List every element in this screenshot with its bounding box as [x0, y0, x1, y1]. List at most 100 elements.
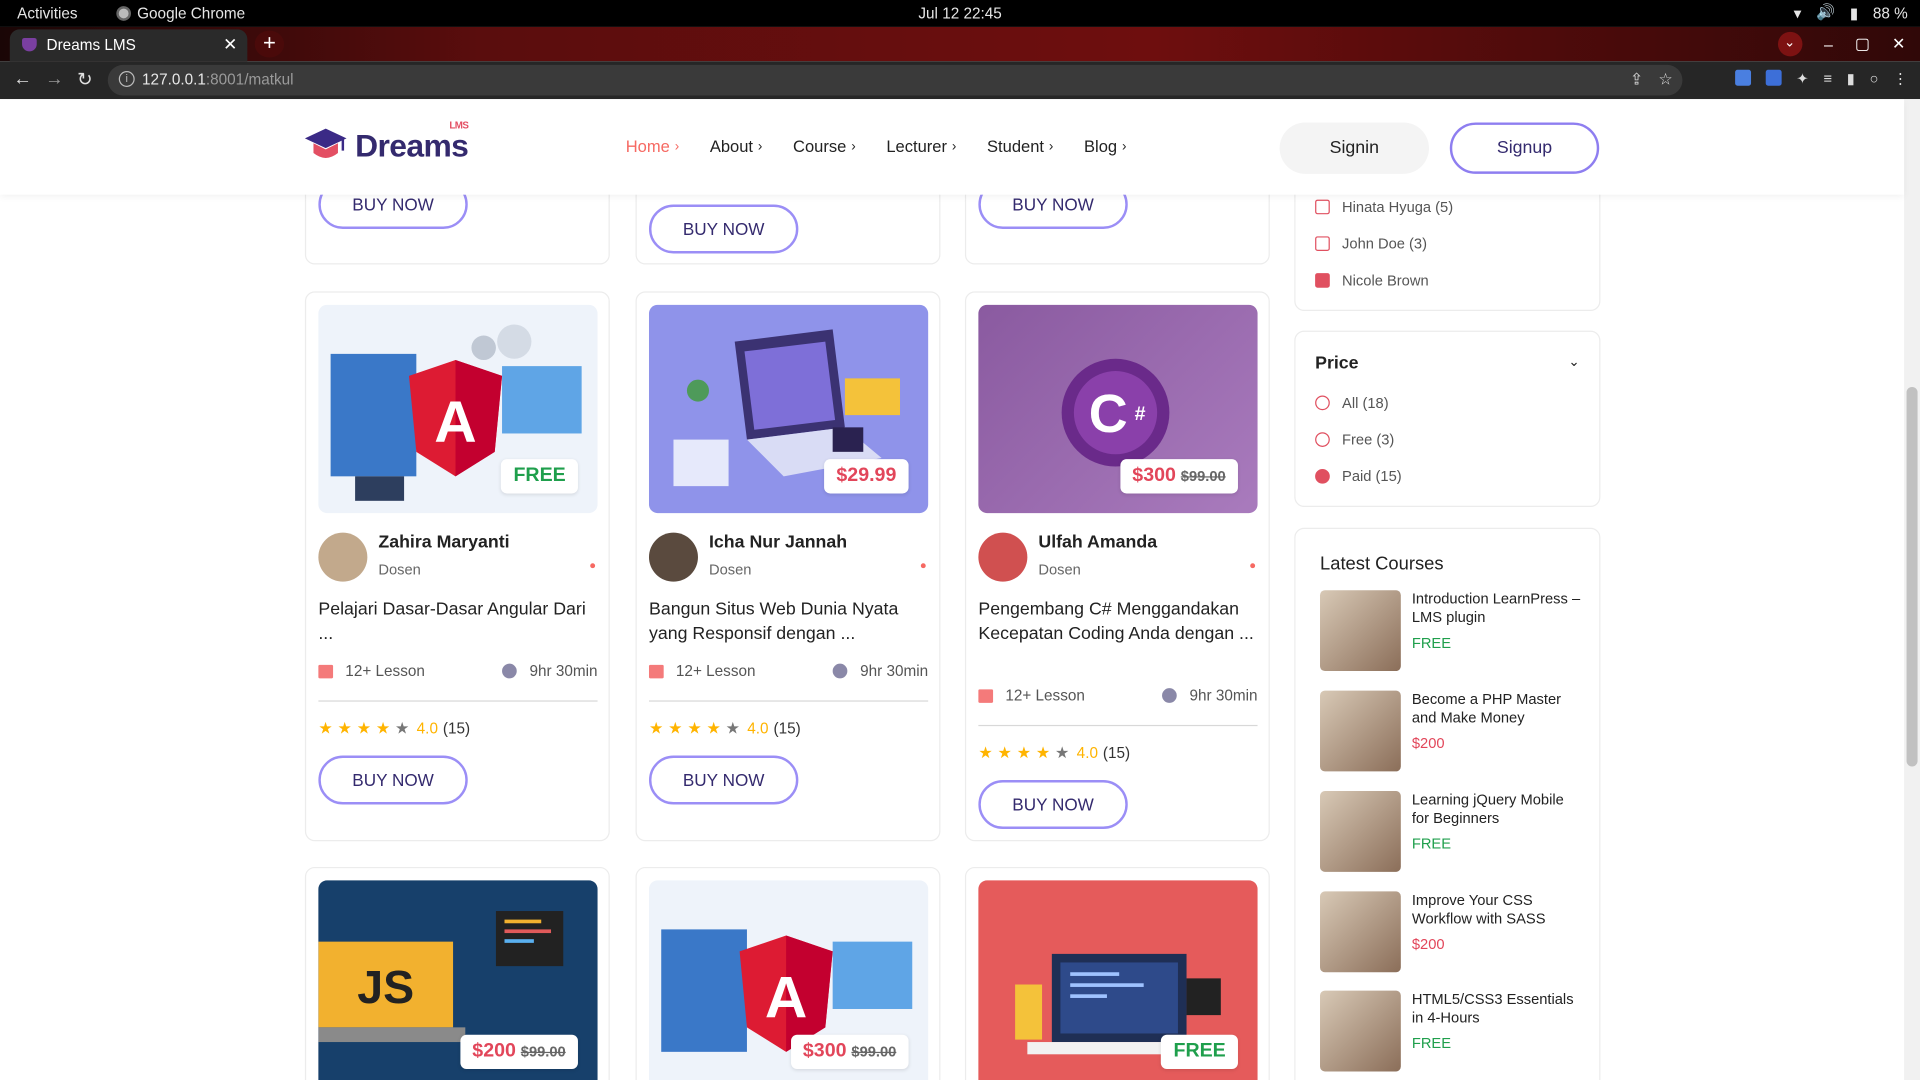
lecturer-avatar[interactable] [648, 532, 698, 582]
filter-option[interactable]: All (18) [1315, 394, 1389, 411]
signup-button[interactable]: Signup [1449, 122, 1600, 174]
chevron-down-icon[interactable]: ⌄ [1568, 354, 1579, 370]
minimize-icon[interactable]: – [1824, 35, 1833, 53]
rating: ★ ★ ★ ★ ★ 4.0 (15) [978, 743, 1131, 762]
buy-now-button[interactable]: BUY NOW [648, 204, 799, 254]
favorite-icon[interactable] [920, 563, 926, 569]
course-image[interactable] [1320, 791, 1401, 872]
nav-lecturer[interactable]: Lecturer › [886, 137, 956, 155]
course-thumbnail[interactable]: JS $200 $99.00 [318, 880, 598, 1080]
latest-course-title[interactable]: Introduction LearnPress – LMS plugin [1412, 590, 1583, 626]
reload-icon[interactable]: ↻ [77, 69, 92, 91]
system-tray[interactable]: ▾ 🔊 ▮ 88 % [1794, 4, 1908, 22]
clock[interactable]: Jul 12 22:45 [918, 5, 1001, 22]
clock-icon [502, 663, 518, 679]
page-scrollbar[interactable] [1904, 99, 1920, 1080]
latest-course-title[interactable]: Learning jQuery Mobile for Beginners [1412, 791, 1583, 827]
nav-course[interactable]: Course › [793, 137, 856, 155]
book-icon [318, 664, 334, 678]
lecturer-role: Dosen [1038, 560, 1081, 578]
scrollbar-thumb[interactable] [1906, 386, 1918, 767]
course-thumbnail[interactable]: A $300 $99.00 [648, 880, 929, 1080]
filter-option[interactable]: Hinata Hyuga (5) [1315, 198, 1453, 216]
bookmark-star-icon[interactable]: ☆ [1658, 70, 1672, 90]
tab-search-icon[interactable]: ⌄ [1777, 31, 1802, 57]
divider [318, 700, 598, 702]
filter-option[interactable]: Free (3) [1315, 431, 1394, 448]
extensions-puzzle-icon[interactable]: ✦ [1796, 70, 1808, 87]
signin-button[interactable]: Signin [1279, 122, 1429, 174]
rating: ★ ★ ★ ★ ★ 4.0 (15) [318, 718, 471, 738]
nav-about[interactable]: About › [710, 137, 763, 155]
lecturer-name[interactable]: Icha Nur Jannah [709, 533, 847, 553]
course-card: C # $300 $99.00 Ulfah Amanda Dosen Pengem… [964, 291, 1270, 842]
maximize-icon[interactable]: ▢ [1855, 34, 1870, 54]
share-icon[interactable]: ⇪ [1630, 70, 1643, 90]
lecturer-avatar[interactable] [978, 532, 1028, 582]
course-card: JS $200 $99.00 [304, 866, 610, 1080]
site-logo[interactable]: Dreams LMS [304, 119, 469, 165]
radio[interactable] [1315, 432, 1330, 447]
course-image[interactable] [1320, 891, 1401, 973]
site-info-icon[interactable]: i [118, 71, 135, 87]
filter-option[interactable]: Nicole Brown [1315, 272, 1429, 289]
favorite-icon[interactable] [590, 563, 596, 569]
course-card: A $300 $99.00 [635, 866, 941, 1080]
svg-text:C: C [1089, 384, 1128, 444]
course-thumbnail[interactable]: C # $300 $99.00 [978, 304, 1258, 514]
course-thumbnail[interactable]: $29.99 [648, 304, 929, 514]
nav-blog[interactable]: Blog › [1084, 137, 1126, 155]
translate-extension-icon[interactable] [1765, 69, 1782, 86]
new-tab-button[interactable]: + [254, 30, 285, 58]
media-icon[interactable]: ≡ [1823, 70, 1832, 87]
app-menu[interactable]: Google Chrome [116, 5, 245, 22]
menu-kebab-icon[interactable]: ⋮ [1893, 70, 1908, 87]
course-thumbnail[interactable]: FREE [978, 880, 1258, 1080]
course-image[interactable] [1320, 590, 1401, 672]
latest-course-title[interactable]: HTML5/CSS3 Essentials in 4-Hours [1412, 991, 1583, 1027]
radio[interactable] [1315, 395, 1330, 411]
nav-student[interactable]: Student › [987, 137, 1053, 155]
side-panel-icon[interactable]: ▮ [1847, 70, 1855, 87]
lecturer-name[interactable]: Ulfah Amanda [1038, 533, 1157, 553]
course-image[interactable] [1320, 990, 1401, 1072]
back-icon[interactable]: ← [13, 69, 31, 90]
price-badge: FREE [501, 459, 578, 494]
docs-extension-icon[interactable] [1735, 69, 1752, 86]
price-badge: $300 $99.00 [790, 1034, 909, 1069]
latest-course-title[interactable]: Improve Your CSS Workflow with SASS [1412, 891, 1583, 927]
svg-text:#: # [1135, 403, 1146, 425]
forward-icon[interactable]: → [45, 69, 63, 90]
latest-course-title[interactable]: Become a PHP Master and Make Money [1412, 691, 1583, 727]
course-image[interactable] [1320, 690, 1401, 772]
buy-now-button[interactable]: BUY NOW [648, 755, 799, 805]
checkbox[interactable] [1315, 199, 1330, 215]
close-tab-icon[interactable]: ✕ [223, 34, 237, 55]
checkbox[interactable] [1315, 273, 1330, 288]
buy-now-button[interactable]: BUY NOW [318, 755, 468, 805]
profile-icon[interactable]: ○ [1870, 70, 1879, 87]
extensions-area: ✦ ≡ ▮ ○ ⋮ [1735, 69, 1908, 87]
chrome-icon [116, 6, 132, 21]
filter-option[interactable]: John Doe (3) [1315, 235, 1427, 252]
course-thumbnail[interactable]: A FREE [318, 304, 598, 514]
book-icon [648, 664, 664, 678]
course-title[interactable]: Pengembang C# Menggandakan Kecepatan Cod… [978, 599, 1257, 647]
course-title[interactable]: Pelajari Dasar-Dasar Angular Dari ... [318, 599, 597, 647]
favorite-icon[interactable] [1250, 563, 1256, 569]
address-bar[interactable]: i 127.0.0.1:8001/matkul ⇪ ☆ [107, 64, 1683, 96]
course-title[interactable]: Bangun Situs Web Dunia Nyata yang Respon… [649, 599, 928, 647]
checkbox[interactable] [1315, 236, 1330, 252]
radio[interactable] [1315, 468, 1330, 484]
lecturer-avatar[interactable] [318, 532, 368, 582]
activities-button[interactable]: Activities [17, 5, 77, 22]
browser-tab[interactable]: Dreams LMS ✕ [9, 29, 248, 62]
lecturer-name[interactable]: Zahira Maryanti [378, 533, 509, 553]
filter-option[interactable]: Paid (15) [1315, 468, 1402, 485]
buy-now-button[interactable]: BUY NOW [978, 780, 1128, 829]
nav-home[interactable]: Home › [626, 137, 679, 155]
course-card: FREE [964, 866, 1270, 1080]
lecturer-role: Dosen [708, 560, 752, 578]
graduation-cap-icon [304, 128, 347, 158]
close-window-icon[interactable]: ✕ [1892, 34, 1905, 54]
